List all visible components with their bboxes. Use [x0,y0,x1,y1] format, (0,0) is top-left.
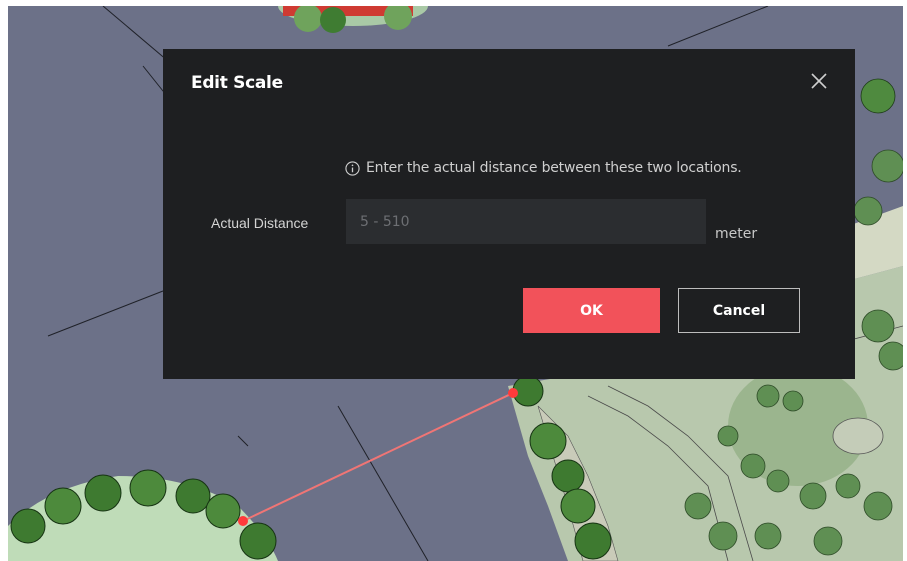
info-icon [345,160,360,176]
scale-point-b[interactable] [508,388,518,398]
actual-distance-label: Actual Distance [211,215,309,231]
ok-button[interactable]: OK [523,288,660,333]
scale-point-a[interactable] [238,516,248,526]
close-icon[interactable] [809,71,829,91]
hint-text: Enter the actual distance between these … [366,160,742,176]
distance-hint: Enter the actual distance between these … [345,160,742,176]
actual-distance-input[interactable] [346,199,706,244]
edit-scale-dialog: Edit Scale Enter the actual distance bet… [163,49,855,379]
map-viewport[interactable]: Edit Scale Enter the actual distance bet… [8,6,903,561]
dialog-title: Edit Scale [191,73,283,93]
cancel-button[interactable]: Cancel [678,288,800,333]
unit-label: meter [715,226,758,242]
